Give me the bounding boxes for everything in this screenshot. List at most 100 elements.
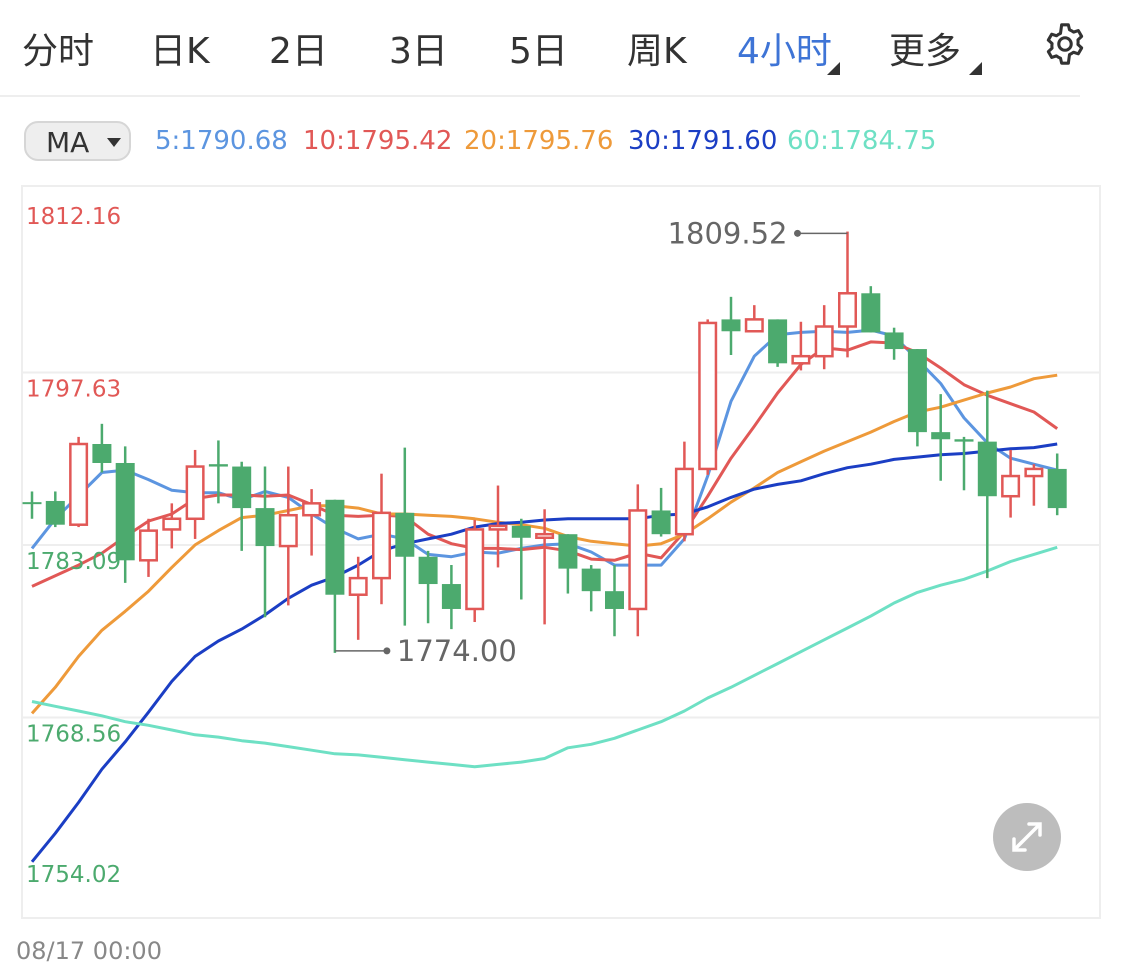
candle-body	[721, 319, 741, 332]
low-marker-label: 1774.00	[397, 634, 517, 668]
candle-body	[69, 442, 89, 526]
y-tick-label: 1797.63	[26, 376, 121, 402]
candle	[558, 534, 578, 594]
tab-4hour-caret-icon	[827, 62, 840, 75]
candle-body	[208, 464, 228, 467]
candle	[674, 441, 694, 542]
candles	[22, 231, 1067, 653]
expand-arrows-icon	[1012, 822, 1042, 852]
candle-body	[278, 513, 298, 548]
high-marker-dot	[794, 229, 801, 237]
ma-selector-label: MA	[46, 126, 90, 159]
tabs-divider	[0, 95, 1080, 97]
tab-3day[interactable]: 3日	[389, 22, 448, 74]
candle	[255, 466, 275, 618]
candle	[139, 518, 158, 577]
candle	[954, 436, 974, 491]
candle	[372, 473, 391, 605]
candle	[22, 491, 42, 519]
candle-body	[838, 292, 857, 328]
ma20-value: 20:1795.76	[464, 126, 614, 156]
candle-body	[418, 556, 438, 585]
y-tick-label: 1754.02	[26, 862, 121, 888]
low-marker-dot	[383, 647, 391, 655]
candle-body	[791, 354, 811, 365]
candle-body	[1024, 467, 1044, 478]
candle-body	[558, 534, 578, 569]
candle-body	[651, 510, 671, 535]
candle	[232, 461, 252, 551]
candle-body	[372, 511, 391, 580]
candle-body	[232, 466, 252, 509]
ma30-value: 30:1791.60	[628, 126, 778, 156]
candle-body	[325, 499, 345, 595]
candle-body	[115, 462, 135, 561]
candle-body	[395, 512, 415, 557]
candle	[45, 491, 65, 528]
candle	[92, 423, 112, 473]
candle	[838, 231, 857, 358]
candle	[721, 296, 741, 355]
candle-body	[302, 502, 322, 517]
candle-body	[348, 576, 368, 596]
candle	[325, 499, 345, 653]
candle-body	[45, 500, 65, 525]
tab-2day[interactable]: 2日	[269, 22, 328, 74]
candle	[1024, 464, 1044, 506]
candle	[768, 319, 788, 367]
candlestick-chart[interactable]: 1809.52 1774.00 1812.16 1797.63 1783.09 1768…	[0, 180, 1125, 930]
candle	[628, 484, 648, 637]
candle	[744, 305, 764, 333]
candle	[441, 565, 461, 630]
candle	[791, 321, 811, 371]
candle	[488, 485, 508, 568]
candle	[581, 565, 601, 612]
tab-weekly-k[interactable]: 周K	[627, 22, 687, 74]
candle-body	[931, 432, 951, 440]
candle-body	[861, 293, 881, 333]
tab-5day[interactable]: 5日	[509, 22, 568, 74]
candle	[884, 327, 904, 360]
candle-body	[674, 467, 694, 536]
candle	[418, 550, 438, 624]
y-tick-label: 1783.09	[26, 549, 121, 575]
candle	[698, 319, 718, 475]
candle	[861, 286, 881, 333]
candle-body	[535, 532, 555, 540]
candle-body	[1047, 468, 1067, 509]
candle-body	[92, 444, 112, 463]
gear-icon[interactable]	[1042, 21, 1088, 67]
ma10-value: 10:1795.42	[303, 126, 453, 156]
candle-body	[139, 529, 158, 562]
candle	[814, 305, 834, 370]
tab-more[interactable]: 更多	[889, 22, 961, 74]
candle-body	[884, 332, 904, 350]
candle-body	[907, 349, 927, 433]
y-tick-label: 1768.56	[26, 721, 121, 747]
candle-body	[465, 528, 485, 611]
candle-body	[605, 591, 624, 609]
candle-body	[185, 465, 205, 521]
candle-body	[511, 525, 531, 538]
ma-indicator-selector[interactable]: MA	[24, 121, 131, 161]
tab-more-caret-icon	[969, 62, 982, 75]
period-tabs: 分时 日K 2日 3日 5日 周K 4小时 更多	[0, 0, 1125, 96]
high-marker-label: 1809.52	[668, 216, 788, 250]
x-axis-start-label: 08/17 00:00	[16, 937, 162, 965]
expand-chart-button[interactable]	[993, 803, 1061, 871]
tab-4hour[interactable]: 4小时	[737, 22, 832, 74]
candle-body	[977, 441, 997, 497]
candle-body	[488, 524, 508, 531]
tab-fenshi[interactable]: 分时	[22, 22, 94, 74]
y-tick-label: 1812.16	[26, 204, 121, 230]
candle-body	[768, 319, 788, 364]
candle-body	[581, 568, 601, 592]
candle	[1047, 453, 1067, 516]
candle	[395, 447, 415, 626]
candle	[465, 519, 485, 623]
tab-daily-k[interactable]: 日K	[150, 22, 210, 74]
candle	[511, 518, 531, 600]
ma5-value: 5:1790.68	[155, 126, 288, 156]
candle-body	[255, 508, 275, 547]
candle-body	[441, 584, 461, 609]
